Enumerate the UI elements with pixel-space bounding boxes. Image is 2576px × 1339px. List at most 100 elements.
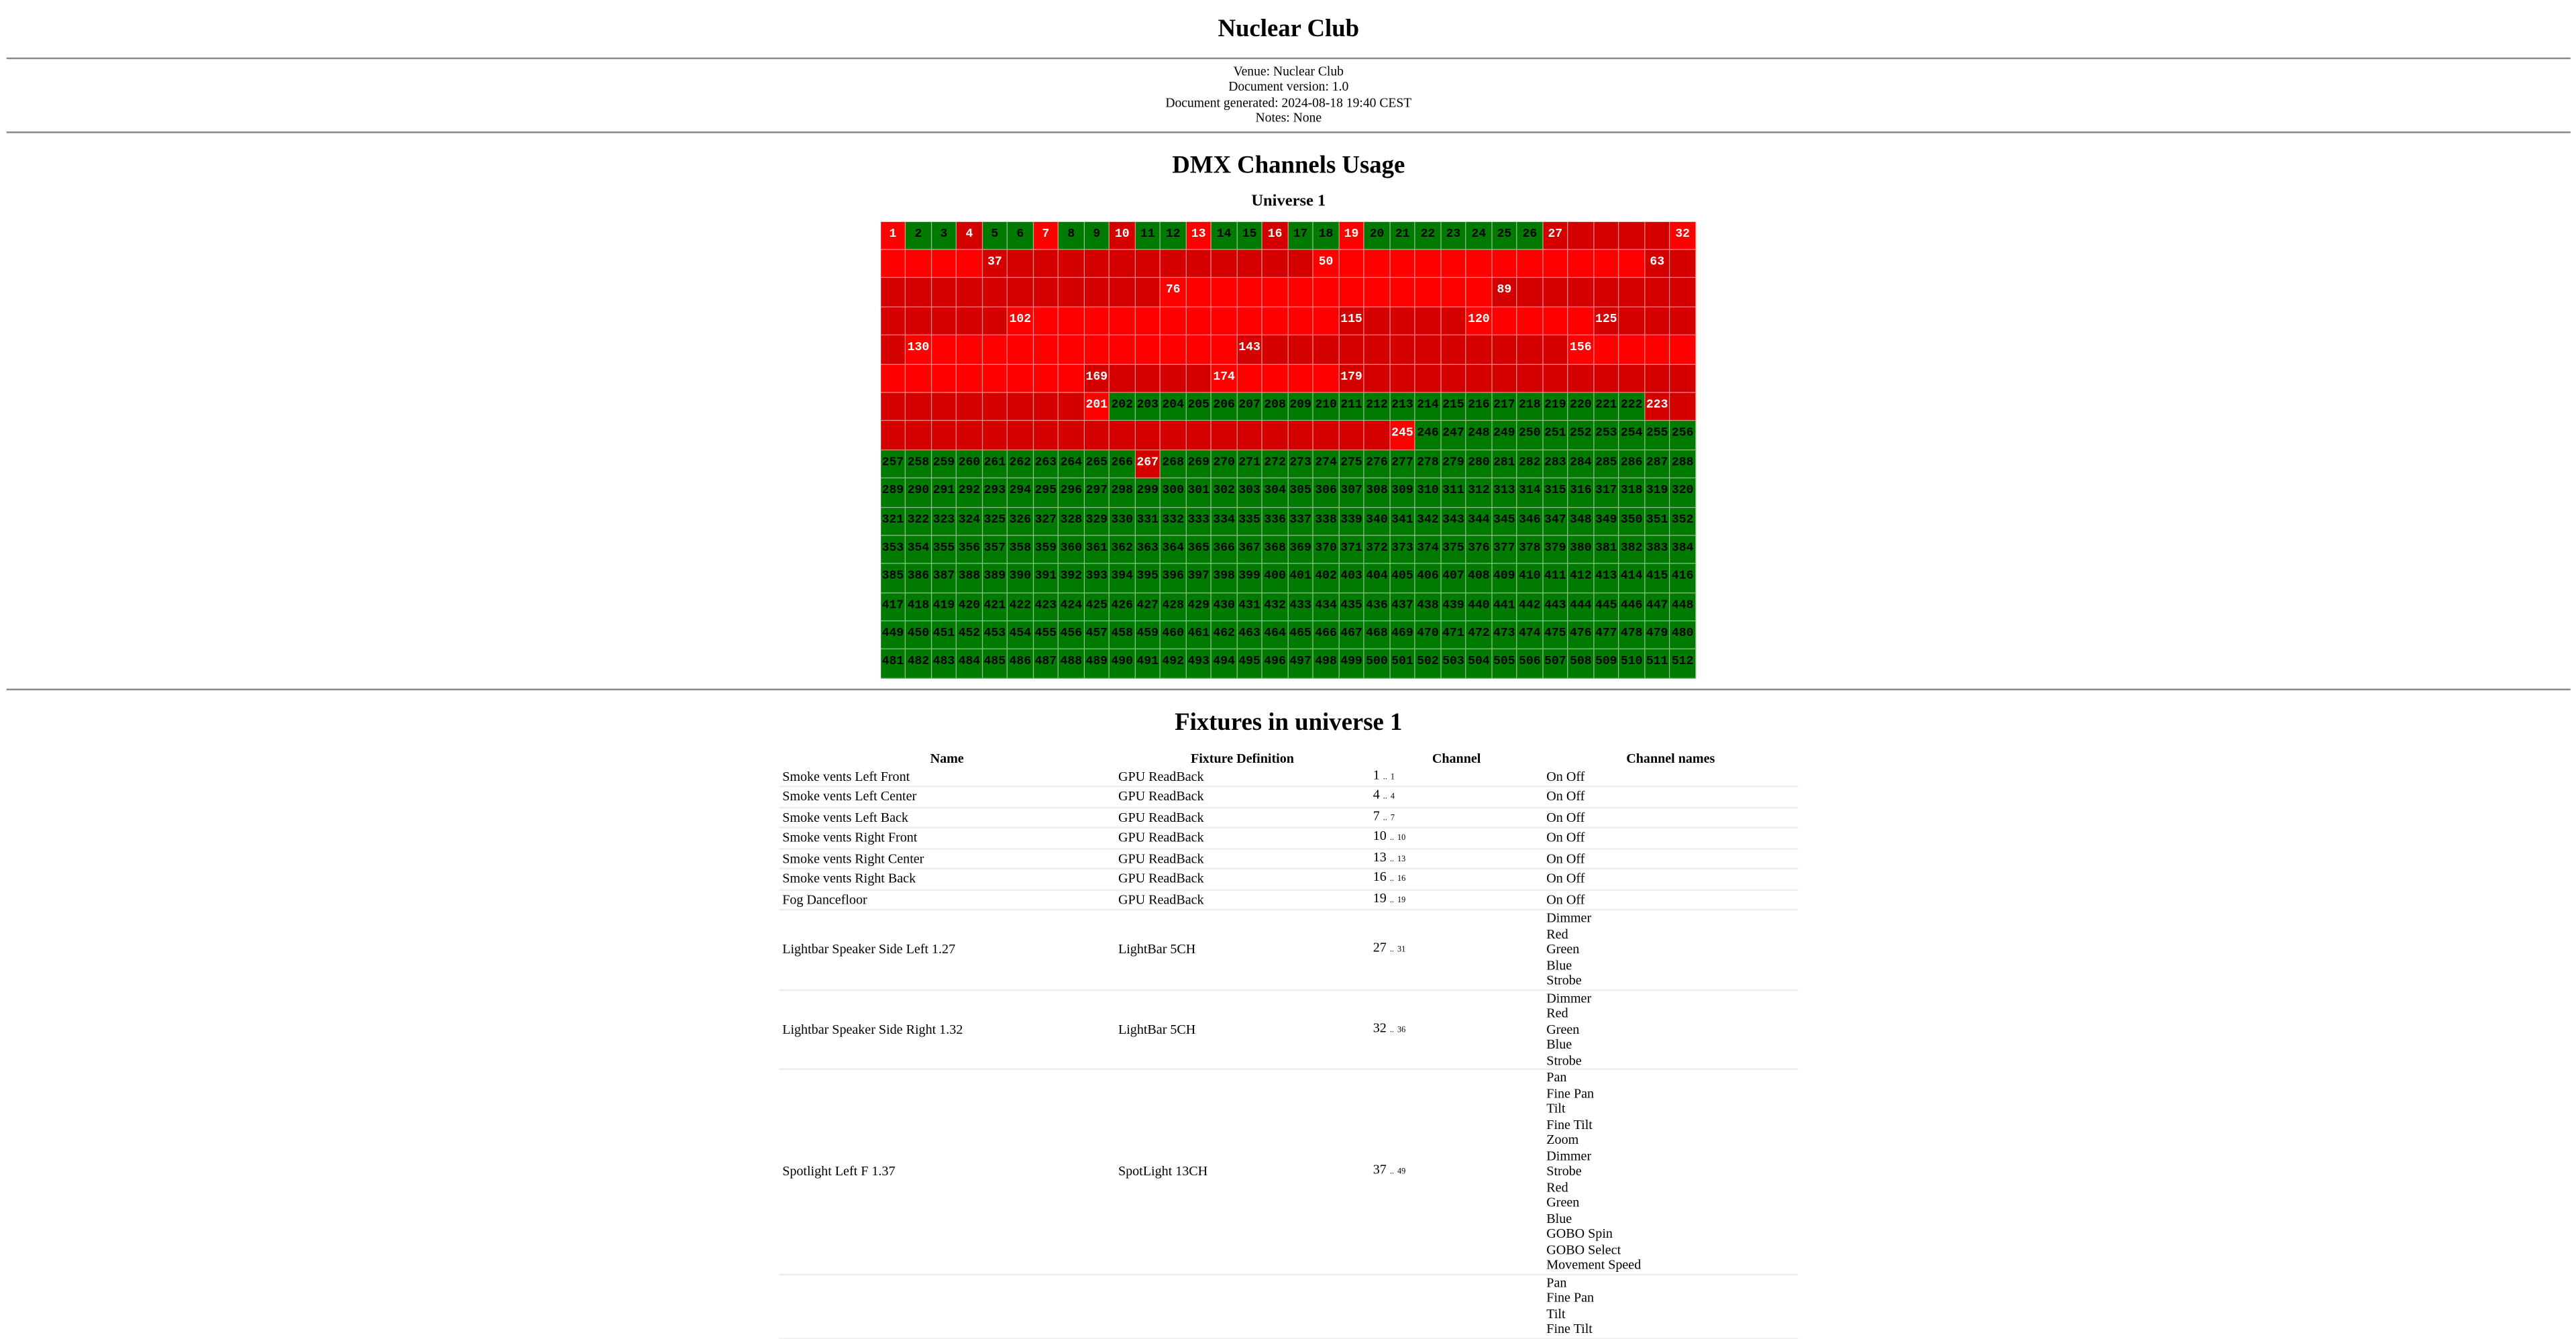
- dmx-channel-free: 504: [1466, 649, 1492, 679]
- dmx-channel-free: 302: [1211, 478, 1237, 507]
- dmx-channel-free: 411: [1542, 564, 1568, 593]
- dmx-channel-free: 393: [1083, 564, 1110, 593]
- dmx-channel-used: [1593, 221, 1619, 250]
- dmx-channel-used: [930, 335, 957, 364]
- channels-section: DMX Channels Usage Universe 1 1234567891…: [7, 133, 2571, 679]
- fixtures-section: Fixtures in universe 1 Name Fixture Defi…: [7, 690, 2571, 1339]
- dmx-channel-used: [1644, 364, 1670, 393]
- dmx-channel-free: 458: [1109, 621, 1135, 650]
- fixture-row: Smoke vents Left Back GPU ReadBack 7 .. 7O…: [779, 807, 1799, 829]
- dmx-channel-free: 273: [1287, 449, 1313, 479]
- dmx-channel-free: 318: [1619, 478, 1645, 507]
- channel-name: Tilt: [1546, 1102, 1566, 1117]
- channel-name: GOBO Spin: [1546, 1226, 1613, 1242]
- dmx-channel-used: [1211, 278, 1237, 307]
- dmx-channel-free: 371: [1338, 535, 1364, 565]
- dmx-channel-free: 354: [905, 535, 931, 565]
- range-separator: ..: [1389, 856, 1394, 865]
- dmx-channel-free: 352: [1670, 506, 1696, 536]
- dmx-channel-used: 201: [1083, 392, 1110, 422]
- dmx-channel-used: 4: [956, 221, 982, 250]
- dmx-channel-free: 9: [1083, 221, 1110, 250]
- dmx-channel-free: 432: [1262, 592, 1288, 622]
- dmx-channel-used: [1007, 364, 1033, 393]
- dmx-channel-free: 384: [1670, 535, 1696, 565]
- dmx-channel-used: [1313, 335, 1339, 364]
- dmx-channel-used: [1542, 364, 1568, 393]
- fixture-channel-range: 7 .. 7: [1369, 807, 1544, 829]
- dmx-channel-free: 499: [1338, 649, 1364, 679]
- fixture-channel-names: On Off: [1543, 828, 1799, 850]
- dmx-channel-free: 487: [1032, 649, 1059, 679]
- dmx-channel-free: 355: [930, 535, 957, 565]
- dmx-channel-free: 294: [1007, 478, 1033, 507]
- range-separator: ..: [1389, 1026, 1394, 1036]
- dmx-channel-used: 169: [1083, 364, 1110, 393]
- dmx-channel-free: 368: [1262, 535, 1288, 565]
- dmx-channel-free: 328: [1058, 506, 1084, 536]
- dmx-channel-used: [1211, 421, 1237, 450]
- dmx-channel-free: 263: [1032, 449, 1059, 479]
- dmx-channel-used: 16: [1262, 221, 1288, 250]
- fixture-channel-range: 19 .. 19: [1369, 890, 1544, 912]
- dmx-channel-free: 407: [1440, 564, 1466, 593]
- range-separator: ..: [1389, 947, 1394, 956]
- dmx-channel-used: 89: [1491, 278, 1517, 307]
- dmx-channel-free: 485: [981, 649, 1008, 679]
- fixture-row: Smoke vents Right Center GPU ReadBack 13 .…: [779, 849, 1799, 870]
- dmx-channel-used: [1364, 250, 1390, 279]
- dmx-channel-free: 23: [1440, 221, 1466, 250]
- dmx-channel-used: [1032, 278, 1059, 307]
- fixture-channel-range: 37 .. 49: [1369, 1069, 1544, 1275]
- dmx-channel-used: 174: [1211, 364, 1237, 393]
- dmx-channel-free: 449: [879, 621, 906, 650]
- dmx-channel-used: [1568, 250, 1594, 279]
- dmx-channel-free: 26: [1517, 221, 1543, 250]
- dmx-channel-free: 206: [1211, 392, 1237, 422]
- dmx-channel-free: 437: [1389, 592, 1415, 622]
- dmx-channel-used: [1542, 307, 1568, 336]
- dmx-channel-free: 341: [1389, 506, 1415, 536]
- dmx-channel-free: 403: [1338, 564, 1364, 593]
- dmx-channel-free: 326: [1007, 506, 1033, 536]
- dmx-channel-used: [1568, 221, 1594, 250]
- dmx-channel-free: 209: [1287, 392, 1313, 422]
- header-name: Name: [930, 751, 964, 766]
- dmx-channel-free: 282: [1517, 449, 1543, 479]
- dmx-channel-used: [1109, 421, 1135, 450]
- dmx-channel-free: 367: [1236, 535, 1263, 565]
- dmx-channel-free: 215: [1440, 392, 1466, 422]
- dmx-channel-free: 312: [1466, 478, 1492, 507]
- dmx-channel-used: 50: [1313, 250, 1339, 279]
- dmx-channel-used: [1058, 392, 1084, 422]
- dmx-channel-free: 431: [1236, 592, 1263, 622]
- dmx-channel-free: 255: [1644, 421, 1670, 450]
- dmx-channel-free: 454: [1007, 621, 1033, 650]
- fixture-name: [779, 1274, 1116, 1339]
- dmx-channel-free: 500: [1364, 649, 1390, 679]
- dmx-channel-used: [1134, 307, 1161, 336]
- dmx-channel-used: [1313, 421, 1339, 450]
- fixture-name: Smoke vents Right Center: [779, 849, 1116, 870]
- dmx-channel-free: 455: [1032, 621, 1059, 650]
- fixture-definition: GPU ReadBack: [1115, 767, 1370, 788]
- dmx-channel-free: 369: [1287, 535, 1313, 565]
- dmx-channel-free: 470: [1415, 621, 1441, 650]
- channel-end: 7: [1390, 814, 1395, 824]
- dmx-channel-free: 388: [956, 564, 982, 593]
- dmx-channel-used: [1109, 278, 1135, 307]
- dmx-channel-free: 204: [1160, 392, 1186, 422]
- channel-name: Movement Speed: [1546, 1258, 1642, 1273]
- fixture-channel-range: 1 .. 1: [1369, 767, 1544, 788]
- dmx-channel-free: 462: [1211, 621, 1237, 650]
- dmx-channel-used: [1568, 278, 1594, 307]
- channel-start: 4: [1373, 788, 1380, 803]
- dmx-channel-free: 405: [1389, 564, 1415, 593]
- dmx-channel-free: 296: [1058, 478, 1084, 507]
- dmx-channel-free: 276: [1364, 449, 1390, 479]
- dmx-channel-free: 303: [1236, 478, 1263, 507]
- fixture-channel-range: 27 .. 31: [1369, 910, 1544, 992]
- dmx-channel-free: 270: [1211, 449, 1237, 479]
- dmx-channel-free: 211: [1338, 392, 1364, 422]
- dmx-channel-used: [879, 335, 906, 364]
